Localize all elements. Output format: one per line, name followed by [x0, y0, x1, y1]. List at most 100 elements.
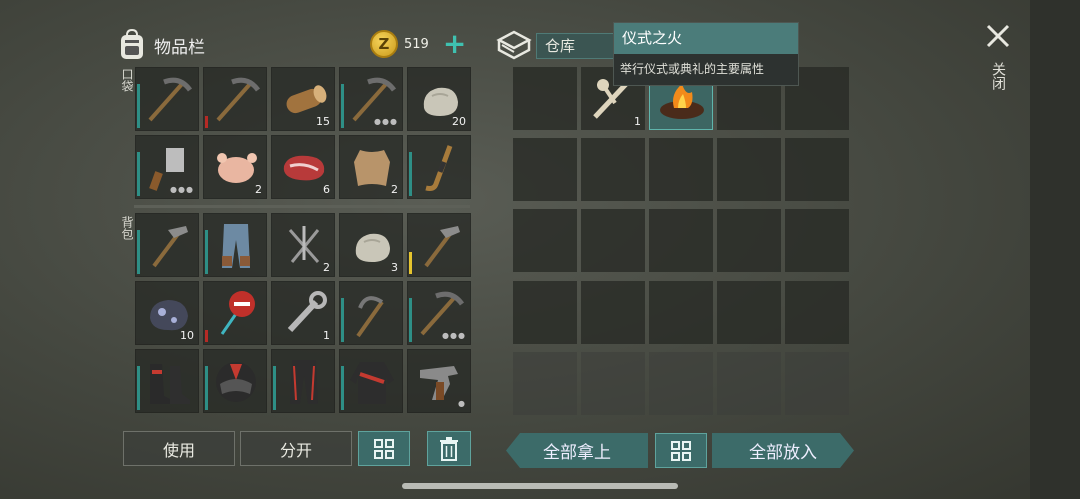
inventory-slot[interactable]: 3 [339, 213, 403, 277]
item-quantity: 6 [323, 183, 330, 196]
close-label[interactable]: 关闭 [988, 62, 1008, 90]
split-button[interactable]: 分开 [240, 431, 352, 466]
inventory-slot[interactable]: ●●● [407, 281, 471, 345]
item-quantity: 15 [316, 115, 330, 128]
inventory-slot[interactable]: 6 [271, 135, 335, 199]
warehouse-slot[interactable] [649, 209, 713, 273]
item-quantity: 2 [391, 183, 398, 196]
put-all-button[interactable]: 全部放入 [712, 433, 854, 468]
durability-bar [137, 230, 140, 274]
item-quantity: 2 [323, 261, 330, 274]
warehouse-slot[interactable] [581, 138, 645, 202]
item-quantity: 3 [391, 261, 398, 274]
inventory-slot[interactable] [135, 67, 199, 131]
inventory-slot[interactable] [339, 281, 403, 345]
item-quantity: 2 [255, 183, 262, 196]
trash-icon [440, 436, 458, 461]
inventory-slot[interactable]: 1 [271, 281, 335, 345]
inventory-slot[interactable] [203, 213, 267, 277]
warehouse-slot[interactable] [581, 351, 645, 415]
warehouse-slot[interactable] [717, 351, 781, 415]
warehouse-slot[interactable] [513, 351, 577, 415]
inventory-slot[interactable]: 15 [271, 67, 335, 131]
durability-bar [137, 366, 140, 410]
use-button[interactable]: 使用 [123, 431, 235, 466]
tooltip-title: 仪式之火 [614, 23, 798, 54]
trash-button[interactable] [427, 431, 471, 466]
inventory-slot[interactable]: 2 [271, 213, 335, 277]
durability-bar [273, 366, 276, 410]
inventory-slot[interactable] [203, 67, 267, 131]
warehouse-slot[interactable] [785, 138, 849, 202]
warehouse-slot[interactable] [513, 280, 577, 344]
jacket-icon [350, 362, 394, 404]
warehouse-slot[interactable] [581, 280, 645, 344]
inventory-slot[interactable] [203, 281, 267, 345]
warehouse-slot[interactable] [785, 209, 849, 273]
leather-pants-icon [290, 360, 318, 404]
right-edge-panel [1030, 0, 1080, 499]
item-tooltip: 仪式之火 举行仪式或典礼的主要属性 [613, 22, 799, 86]
durability-bar [205, 366, 208, 410]
inventory-header: 物品栏 [118, 28, 205, 62]
inventory-slot[interactable] [135, 349, 199, 413]
inventory-slot[interactable] [407, 213, 471, 277]
pocket-label: 口袋 [120, 68, 134, 92]
warehouse-slot[interactable] [717, 209, 781, 273]
section-divider [134, 205, 470, 208]
stop-sign-icon [220, 291, 255, 335]
warehouse-slot[interactable] [513, 209, 577, 273]
close-icon[interactable] [984, 22, 1012, 50]
warehouse-icon [496, 30, 532, 60]
grid-sort-icon [374, 438, 394, 459]
warehouse-title[interactable]: 仓库 [536, 33, 616, 59]
inventory-slot[interactable] [135, 213, 199, 277]
backpack-icon [121, 29, 143, 59]
warehouse-slot[interactable] [513, 67, 577, 130]
warehouse-slot[interactable] [785, 351, 849, 415]
inventory-slot[interactable]: 10 [135, 281, 199, 345]
coin-display: Z 519 + [370, 30, 466, 58]
helmet-icon [216, 362, 256, 402]
warehouse-slot[interactable] [581, 209, 645, 273]
inventory-slot[interactable]: ●●● [339, 67, 403, 131]
durability-bar [137, 84, 140, 128]
durability-bar [341, 84, 344, 128]
hockey-stick-icon [425, 145, 453, 191]
warehouse-slot[interactable] [785, 280, 849, 344]
warehouse-slot[interactable] [717, 138, 781, 202]
inventory-slot[interactable]: ● [407, 349, 471, 413]
item-variant-dots: ●●● [442, 331, 466, 340]
durability-bar [205, 330, 208, 342]
inventory-slot[interactable]: 2 [203, 135, 267, 199]
warehouse-slot[interactable] [649, 280, 713, 344]
durability-bar [409, 152, 412, 196]
hammer-icon [152, 226, 188, 268]
pickaxe-icon [148, 77, 193, 122]
durability-bar [341, 366, 344, 410]
item-variant-dots: ● [458, 399, 466, 408]
item-quantity: 20 [452, 115, 466, 128]
warehouse-slot[interactable] [717, 280, 781, 344]
inventory-slot[interactable] [339, 349, 403, 413]
grid-sort-icon [671, 440, 691, 461]
pants-icon [222, 224, 250, 268]
warehouse-slot[interactable] [649, 138, 713, 202]
inventory-slot[interactable] [271, 349, 335, 413]
inventory-slot[interactable] [407, 135, 471, 199]
item-quantity: 1 [634, 115, 641, 128]
sort-inventory-button[interactable] [358, 431, 410, 466]
warehouse-grid: 1 [513, 67, 849, 419]
item-variant-dots: ●●● [374, 117, 398, 126]
warehouse-slot[interactable] [513, 138, 577, 202]
add-coins-button[interactable]: + [443, 30, 466, 58]
take-all-button[interactable]: 全部拿上 [506, 433, 648, 468]
inventory-slot[interactable]: 2 [339, 135, 403, 199]
sort-warehouse-button[interactable] [655, 433, 707, 468]
inventory-slot[interactable]: ●●● [135, 135, 199, 199]
item-variant-dots: ●●● [170, 185, 194, 194]
warehouse-slot[interactable] [649, 351, 713, 415]
inventory-slot[interactable]: 20 [407, 67, 471, 131]
coin-count: 519 [404, 36, 429, 52]
inventory-slot[interactable] [203, 349, 267, 413]
